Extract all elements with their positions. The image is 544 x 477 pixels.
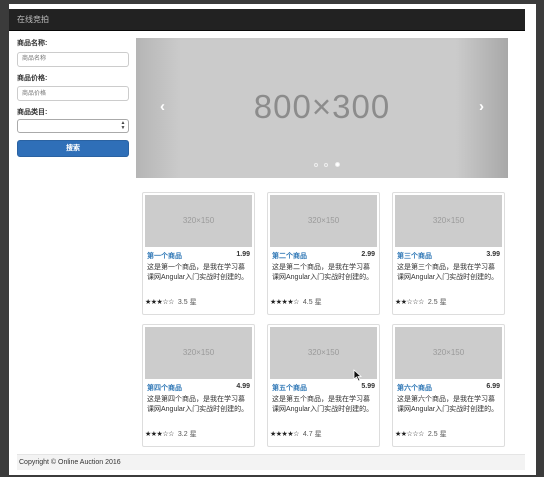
carousel-image-placeholder: 800×300 xyxy=(253,88,391,125)
product-price: 6.99 xyxy=(486,383,500,390)
rating-value: 4.5 星 xyxy=(302,299,322,306)
product-rating: ★★☆☆☆ 2.5 星 xyxy=(395,297,502,307)
carousel-indicator-3[interactable] xyxy=(334,162,340,168)
product-name-link[interactable]: 第六个商品 xyxy=(397,383,432,393)
product-thumbnail: 320×150 xyxy=(395,195,502,247)
rating-value: 3.2 星 xyxy=(177,431,197,438)
copyright-text: Copyright © Online Auction 2016 xyxy=(19,459,121,466)
product-name-link[interactable]: 第四个商品 xyxy=(147,383,182,393)
product-name-label: 商品名称: xyxy=(17,40,48,47)
product-price-label: 商品价格: xyxy=(17,74,48,82)
product-price: 2.99 xyxy=(361,251,375,258)
star-rating-icon: ★★☆☆☆ xyxy=(395,431,424,438)
carousel-indicator-1[interactable] xyxy=(314,162,318,167)
star-rating-icon: ★★★☆☆ xyxy=(145,431,174,438)
rating-value: 4.7 星 xyxy=(302,431,322,438)
product-description: 这是第二个商品，是我在学习慕课网Angular入门实战时创建的。 xyxy=(272,264,374,281)
product-thumbnail: 320×150 xyxy=(145,195,252,247)
product-description: 这是第四个商品，是我在学习慕课网Angular入门实战时创建的。 xyxy=(147,396,249,413)
product-price-input[interactable] xyxy=(17,86,129,101)
product-description: 这是第一个商品，是我在学习慕课网Angular入门实战时创建的。 xyxy=(147,264,249,281)
rating-value: 2.5 星 xyxy=(427,299,447,306)
product-rating: ★★★☆☆ 3.5 星 xyxy=(145,297,252,307)
product-thumbnail: 320×150 xyxy=(145,327,252,379)
rating-value: 2.5 星 xyxy=(427,431,447,438)
product-name-link[interactable]: 第五个商品 xyxy=(272,383,307,393)
product-category-label: 商品类目: xyxy=(17,109,48,116)
search-form: 商品名称: 商品价格: 商品类目: ▲▼ 搜索 xyxy=(17,38,129,157)
star-rating-icon: ★★★★☆ xyxy=(270,431,299,438)
product-thumbnail: 320×150 xyxy=(395,327,502,379)
mouse-pointer-icon xyxy=(353,369,362,382)
product-thumbnail: 320×150 xyxy=(270,195,377,247)
product-card: 320×150 第六个商品 6.99 这是第六个商品，是我在学习慕课网Angul… xyxy=(392,324,505,447)
product-price: 1.99 xyxy=(236,251,250,258)
product-price: 4.99 xyxy=(236,383,250,390)
chevron-left-icon[interactable]: ‹ xyxy=(160,98,165,115)
product-card: 320×150 第五个商品 5.99 这是第五个商品，是我在学习慕课网Angul… xyxy=(267,324,380,447)
product-rating: ★★★☆☆ 3.2 星 xyxy=(145,429,252,439)
product-price: 5.99 xyxy=(361,383,375,390)
footer: Copyright © Online Auction 2016 xyxy=(17,454,525,470)
search-button[interactable]: 搜索 xyxy=(17,140,129,157)
product-card: 320×150 第四个商品 4.99 这是第四个商品，是我在学习慕课网Angul… xyxy=(142,324,255,447)
product-card: 320×150 第一个商品 1.99 这是第一个商品，是我在学习慕课网Angul… xyxy=(142,192,255,315)
star-rating-icon: ★★★☆☆ xyxy=(145,299,174,306)
star-rating-icon: ★★★★☆ xyxy=(270,299,299,306)
product-name-link[interactable]: 第三个商品 xyxy=(397,251,432,261)
carousel: 800×300 ‹ › xyxy=(136,38,508,178)
product-price: 3.99 xyxy=(486,251,500,258)
product-rating: ★★★★☆ 4.7 星 xyxy=(270,429,377,439)
product-card: 320×150 第二个商品 2.99 这是第二个商品，是我在学习慕课网Angul… xyxy=(267,192,380,315)
product-name-input[interactable] xyxy=(17,51,129,67)
product-category-select[interactable]: ▲ ▼ xyxy=(17,119,129,133)
select-arrows-icon: ▲ ▼ xyxy=(120,120,126,131)
product-description: 这是第六个商品，是我在学习慕课网Angular入门实战时创建的。 xyxy=(397,396,499,413)
product-name-link[interactable]: 第二个商品 xyxy=(272,251,307,261)
product-description: 这是第三个商品，是我在学习慕课网Angular入门实战时创建的。 xyxy=(397,264,499,281)
product-rating: ★★★★☆ 4.5 星 xyxy=(270,297,377,307)
carousel-indicators xyxy=(314,156,342,174)
star-rating-icon: ★★☆☆☆ xyxy=(395,299,424,306)
product-name-link[interactable]: 第一个商品 xyxy=(147,251,182,261)
navbar-brand[interactable]: 在线竞拍 xyxy=(17,14,49,25)
carousel-indicator-2[interactable] xyxy=(324,162,329,167)
product-description: 这是第五个商品，是我在学习慕课网Angular入门实战时创建的。 xyxy=(272,396,374,413)
chevron-right-icon[interactable]: › xyxy=(479,98,484,115)
rating-value: 3.5 星 xyxy=(177,299,197,306)
product-rating: ★★☆☆☆ 2.5 星 xyxy=(395,429,502,439)
product-card: 320×150 第三个商品 3.99 这是第三个商品，是我在学习慕课网Angul… xyxy=(392,192,505,315)
navbar: 在线竞拍 xyxy=(9,9,525,31)
